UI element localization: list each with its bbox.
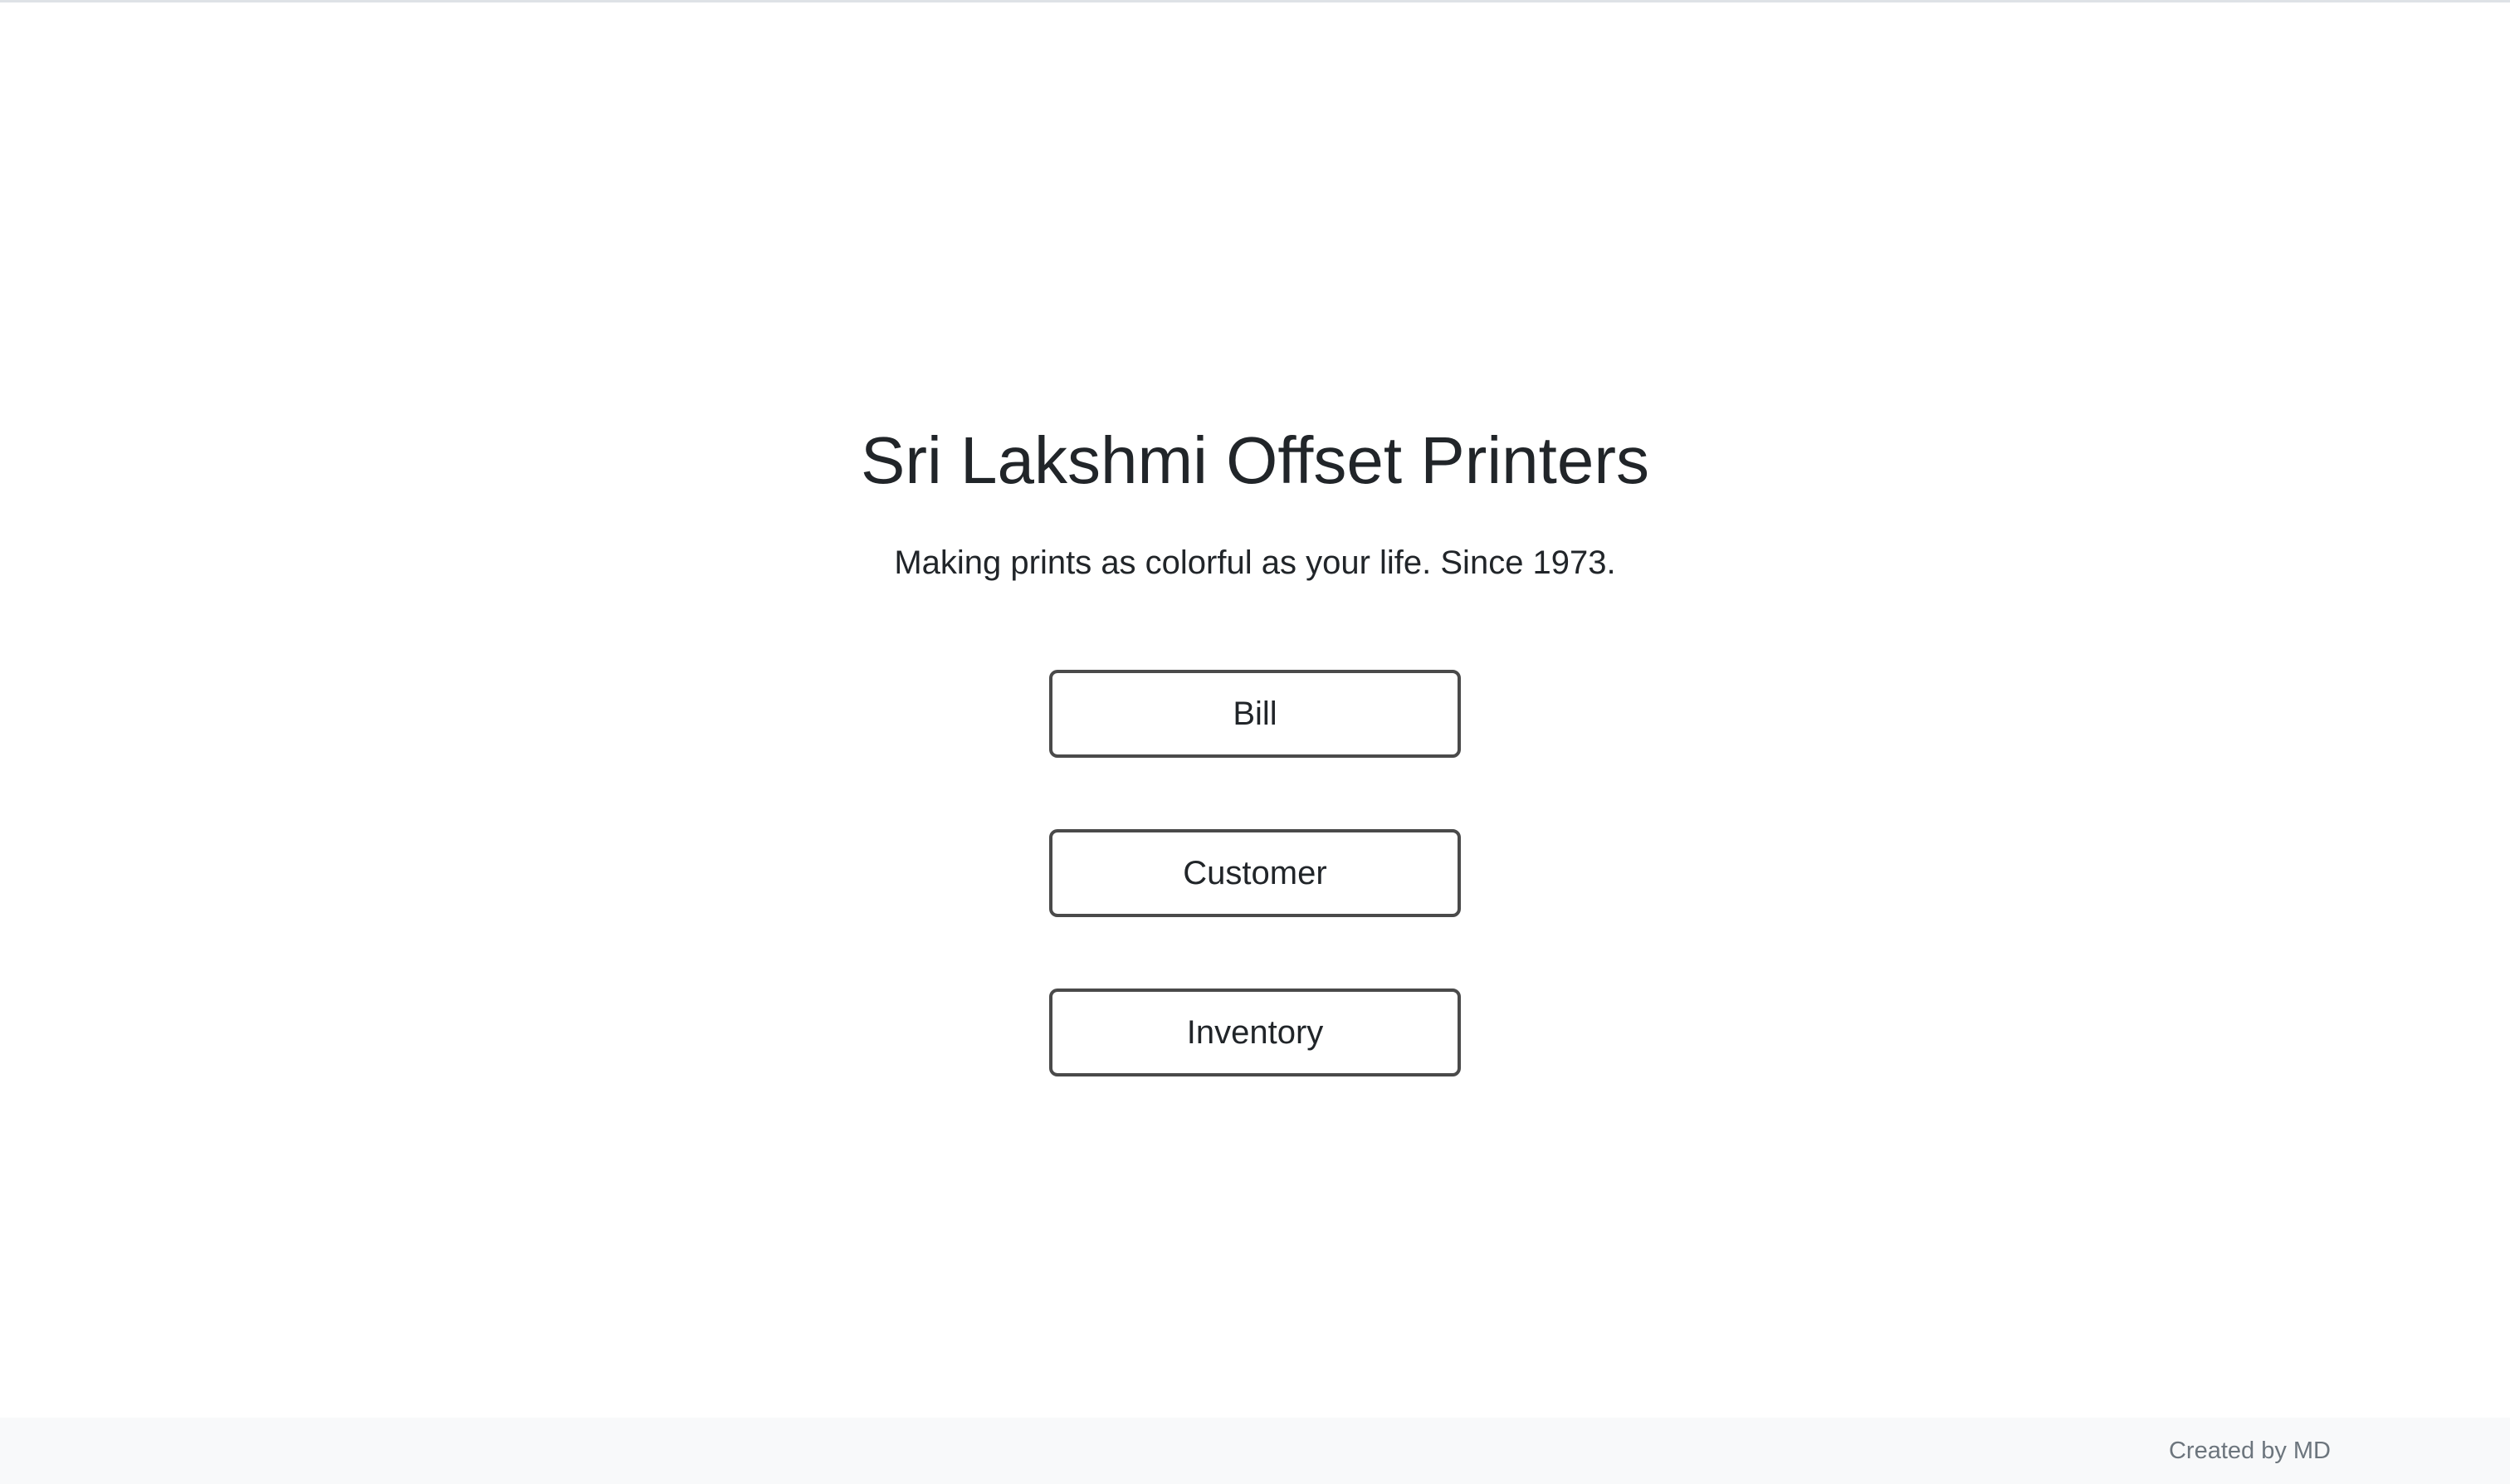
tagline: Making prints as colorful as your life. … <box>894 544 1616 581</box>
customer-button[interactable]: Customer <box>1049 829 1461 917</box>
footer-credit: Created by MD <box>2168 1438 2331 1464</box>
page-title: Sri Lakshmi Offset Printers <box>861 423 1649 497</box>
inventory-button[interactable]: Inventory <box>1049 989 1461 1076</box>
top-divider <box>0 0 2510 2</box>
page: Sri Lakshmi Offset Printers Making print… <box>0 0 2510 1484</box>
bill-button[interactable]: Bill <box>1049 670 1461 758</box>
footer: Created by MD <box>0 1418 2510 1484</box>
